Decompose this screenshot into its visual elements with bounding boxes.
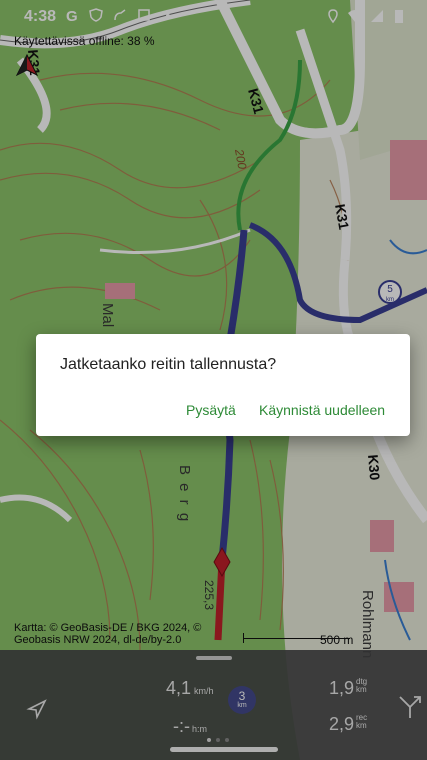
restart-button[interactable]: Käynnistä uudelleen: [259, 402, 385, 418]
resume-recording-dialog: Jatketaanko reitin tallennusta? Pysäytä …: [36, 334, 410, 436]
dialog-message: Jatketaanko reitin tallennusta?: [60, 356, 277, 373]
stop-button[interactable]: Pysäytä: [186, 402, 236, 418]
